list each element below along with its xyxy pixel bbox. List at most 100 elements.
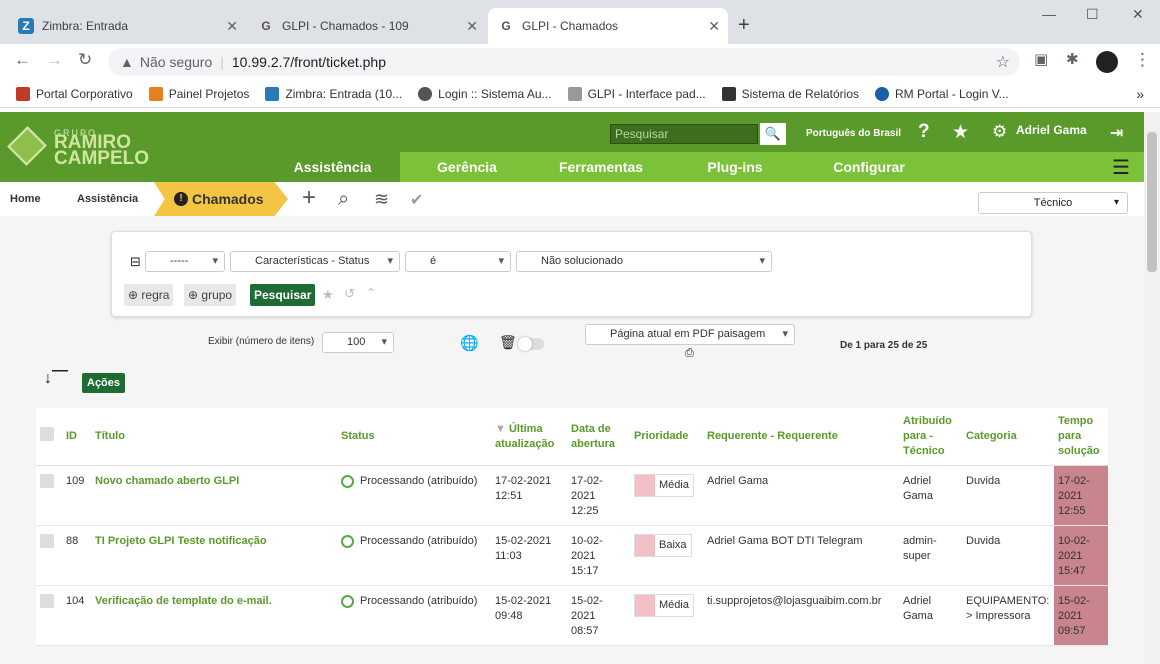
minimize-icon[interactable]: — [1042,6,1056,22]
export-icon[interactable]: ⎙ [685,347,694,360]
add-icon[interactable]: + [302,184,316,212]
bookmark-glpi[interactable]: GLPI - Interface pad... [567,86,706,101]
header-updated[interactable]: ▼ Última atualização [491,408,567,466]
new-tab-icon[interactable]: + [738,14,750,37]
scrollbar[interactable] [1144,112,1160,664]
menu-plugins[interactable]: Plug-ins [668,159,802,175]
row-checkbox[interactable] [40,594,54,608]
header-id[interactable]: ID [62,408,91,466]
ticket-title-link[interactable]: Verificação de template do e-mail. [91,585,337,646]
bookmark-portal[interactable]: Portal Corporativo [16,86,133,101]
bookmark-label: GLPI - Interface pad... [587,86,706,101]
bookmark-painel[interactable]: Painel Projetos [148,86,249,101]
gear-icon[interactable]: ⚙ [992,122,1007,142]
security-label: Não seguro [139,54,213,70]
reset-icon[interactable]: ↺ [344,286,355,302]
row-checkbox[interactable] [40,534,54,548]
search-icon[interactable]: 🔍 [760,123,786,145]
extension-icon[interactable]: ▣ [1034,50,1048,68]
back-icon[interactable]: ← [14,50,31,70]
trash-icon[interactable]: 🗑 [499,334,517,351]
browser-tab-glpi-109[interactable]: G GLPI - Chamados - 109 ✕ [248,8,486,44]
globe-icon[interactable]: 🌐 [460,334,479,352]
bookmark-star-icon[interactable]: ☆ [996,52,1010,72]
toggle-switch[interactable] [518,337,544,351]
reload-icon[interactable]: ↻ [78,50,92,70]
collapse-icon[interactable]: ⊟ [130,254,141,270]
select-all-checkbox[interactable] [40,427,54,441]
operator-select[interactable]: é [405,251,511,272]
actions-button[interactable]: Ações [82,373,126,393]
ticket-title-link[interactable]: TI Projeto GLPI Teste notificação [91,525,337,586]
header-priority[interactable]: Prioridade [630,408,703,466]
collapse-up-icon[interactable]: ⌃ [366,286,376,300]
bookmarks-more-icon[interactable]: » [1136,86,1144,102]
hamburger-menu-icon[interactable]: ☰ [1112,155,1130,180]
close-icon[interactable]: ✕ [226,18,238,35]
bookmark-login[interactable]: Login :: Sistema Au... [418,86,552,101]
user-name[interactable]: Adriel Gama [1016,123,1087,137]
save-search-star-icon[interactable]: ★ [322,287,334,303]
bookmark-rm-portal[interactable]: RM Portal - Login V... [875,86,1009,101]
header-assigned[interactable]: Atribuído para - Técnico [899,408,962,466]
cell-requester: Adriel Gama BOT DTI Telegram [703,525,899,586]
browser-tab-glpi-chamados[interactable]: G GLPI - Chamados ✕ [488,8,728,44]
rm-icon [875,86,890,101]
favorite-star-icon[interactable]: ★ [952,121,969,144]
forward-icon[interactable]: → [46,50,63,70]
row-checkbox[interactable] [40,474,54,488]
link-select[interactable]: ----- [145,251,225,272]
help-icon[interactable]: ? [918,121,930,143]
header-time[interactable]: Tempo para solução [1054,408,1108,466]
export-select[interactable]: Página atual em PDF paisagem [585,324,795,345]
menu-gerencia[interactable]: Gerência [400,159,534,175]
window-close-icon[interactable]: ✕ [1132,6,1144,23]
add-rule-button[interactable]: ⊕ regra [124,284,174,306]
menu-configurar[interactable]: Configurar [802,159,936,175]
header-status[interactable]: Status [337,408,491,466]
criteria-field-select[interactable]: Características - Status [230,251,400,272]
browser-tab-zimbra[interactable]: Z Zimbra: Entrada ✕ [8,8,246,44]
close-icon[interactable]: ✕ [708,18,720,35]
cell-status: Processando (atribuído) [337,585,491,646]
header-requester[interactable]: Requerente - Requerente [703,408,899,466]
global-search-input[interactable]: Pesquisar [610,124,758,144]
breadcrumb-assistencia[interactable]: Assistência [77,182,138,216]
cell-assigned: admin-super [899,525,962,586]
maximize-icon[interactable]: ☐ [1086,6,1099,23]
cell-category: Duvida [962,525,1054,586]
close-icon[interactable]: ✕ [466,18,478,35]
table-row: 109 Novo chamado aberto GLPI Processando… [36,465,1108,526]
priority-badge: Baixa [634,534,692,557]
search-icon[interactable]: ⌕ [338,188,349,211]
search-submit-button[interactable]: Pesquisar [250,284,316,306]
add-group-button[interactable]: ⊕ grupo [184,284,237,306]
header-opened[interactable]: Data de abertura [567,408,630,466]
puzzle-icon[interactable]: ✱ [1066,50,1079,68]
language-selector[interactable]: Português do Brasil [806,128,901,139]
avatar[interactable] [1096,51,1118,73]
address-bar[interactable]: ▲ Não seguro | 10.99.2.7/front/ticket.ph… [108,48,1020,76]
menu-dots-icon[interactable]: ⋮ [1134,50,1151,70]
header-category[interactable]: Categoria [962,408,1054,466]
bookmark-zimbra[interactable]: Zimbra: Entrada (10... [265,86,402,101]
scrollbar-thumb[interactable] [1147,132,1157,272]
warning-icon: ▲ [120,54,134,70]
layers-icon[interactable]: ≋ [374,189,389,210]
logo[interactable]: GRUPO RAMIRO CAMPELO [7,126,149,174]
tab-title: GLPI - Chamados - 109 [282,19,409,33]
menu-assistencia[interactable]: Assistência [265,152,400,182]
header-title[interactable]: Título [91,408,337,466]
profile-select[interactable]: Técnico ▾ [978,192,1128,214]
value-select[interactable]: Não solucionado [516,251,772,272]
breadcrumb-home[interactable]: Home [10,182,41,216]
bookmark-relatorios[interactable]: Sistema de Relatórios [721,86,859,101]
info-icon: ! [174,192,188,206]
display-count-select[interactable]: 100 [322,332,394,353]
validation-icon[interactable]: ✔ [410,190,423,210]
ticket-title-link[interactable]: Novo chamado aberto GLPI [91,465,337,526]
logout-icon[interactable]: ⇥ [1110,123,1123,143]
breadcrumb-chamados[interactable]: ! Chamados [154,182,288,216]
menu-ferramentas[interactable]: Ferramentas [534,159,668,175]
sort-desc-icon: ▼ [495,422,506,435]
